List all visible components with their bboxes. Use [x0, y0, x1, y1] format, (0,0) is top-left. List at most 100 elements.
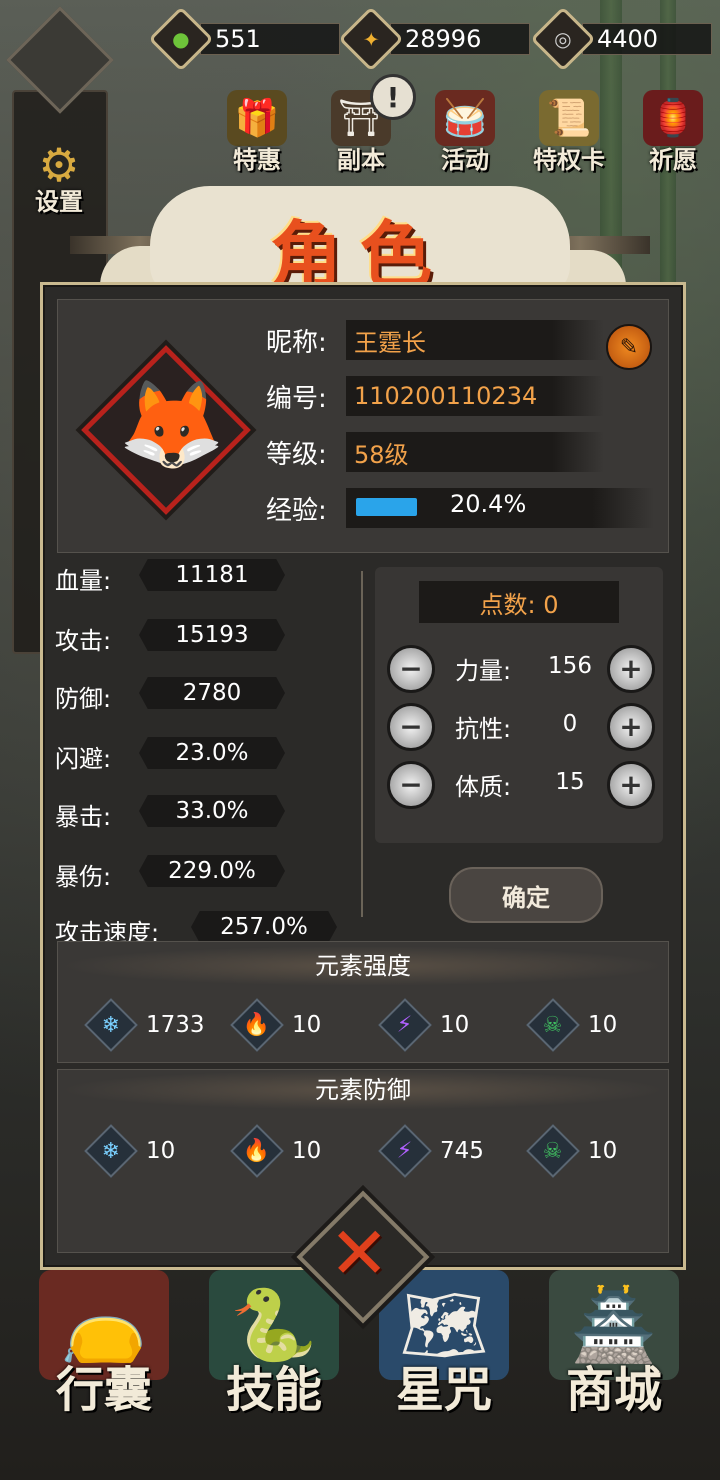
strength-label: 力量:	[455, 657, 512, 685]
stat-crit-label: 暴击:	[55, 803, 112, 831]
poison-strength-value: 10	[588, 1012, 618, 1038]
plus-icon: +	[619, 768, 643, 801]
special-offer-button[interactable]: 🎁 特惠	[214, 90, 300, 175]
strength-value: 156	[548, 653, 592, 679]
profile-section: 🦊 昵称: 王霆长 ✎ 编号: 110200110234 等级: 58级 经验:…	[57, 299, 669, 553]
currency-value: 551	[200, 23, 340, 55]
resistance-plus-button[interactable]: +	[607, 703, 655, 751]
resistance-label: 抗性:	[455, 715, 512, 743]
drum-icon: 🥁	[435, 90, 495, 146]
stat-hp-label: 血量:	[55, 567, 112, 595]
plus-icon: +	[619, 652, 643, 685]
constitution-plus-button[interactable]: +	[607, 761, 655, 809]
nav-skills-label: 技能	[225, 1362, 322, 1418]
ice-defense: ❄ 10	[84, 1124, 176, 1178]
stat-defense-value: 2780	[139, 677, 285, 709]
element-strength-section: 元素强度 ❄ 1733 🔥 10 ⚡ 10 ☠ 10	[57, 941, 669, 1063]
currency-silver[interactable]: ◎ 4400	[530, 6, 712, 72]
avatar[interactable]: 🦊	[118, 350, 225, 500]
event-button[interactable]: 🥁 活动	[422, 90, 508, 175]
special-offer-label: 特惠	[233, 145, 281, 174]
fire-strength-value: 10	[292, 1012, 322, 1038]
gold-coin-icon: ✦	[362, 26, 380, 51]
fire-defense: 🔥 10	[230, 1124, 322, 1178]
lightning-strength: ⚡ 10	[378, 998, 469, 1052]
level-label: 等级:	[266, 440, 327, 470]
stat-attack-speed-value: 257.0%	[191, 911, 337, 943]
poison-strength: ☠ 10	[526, 998, 618, 1052]
currency-green[interactable]: ● 551	[148, 6, 340, 72]
green-drop-icon: ●	[172, 26, 190, 51]
stat-crit-damage-label: 暴伤:	[55, 863, 112, 891]
divider	[361, 571, 363, 917]
exp-label: 经验:	[266, 496, 327, 526]
level-value: 58级	[346, 432, 604, 472]
shrine-icon: 🏮	[643, 90, 703, 146]
stat-defense-label: 防御:	[55, 685, 112, 713]
fire-strength: 🔥 10	[230, 998, 322, 1052]
ice-icon: ❄	[101, 1138, 121, 1164]
constitution-value: 15	[555, 769, 585, 795]
poison-skull-icon: ☠	[543, 1138, 563, 1164]
wish-label: 祈愿	[649, 145, 697, 174]
minus-icon: −	[399, 652, 423, 685]
plus-icon: +	[619, 710, 643, 743]
nav-skills[interactable]: 🐍 技能	[200, 1270, 348, 1420]
minus-icon: −	[399, 710, 423, 743]
strength-plus-button[interactable]: +	[607, 645, 655, 693]
stat-hp-value: 11181	[139, 559, 285, 591]
constitution-minus-button[interactable]: −	[387, 761, 435, 809]
silver-coin-icon: ◎	[554, 26, 572, 51]
fire-defense-value: 10	[292, 1138, 322, 1164]
nickname-value: 王霆长	[346, 320, 604, 360]
ice-defense-value: 10	[146, 1138, 176, 1164]
id-label: 编号:	[266, 384, 327, 414]
nav-shop-label: 商城	[565, 1362, 662, 1418]
ice-icon: ❄	[101, 1012, 121, 1038]
fire-icon: 🔥	[243, 1012, 271, 1038]
stat-attack-label: 攻击:	[55, 627, 112, 655]
element-defense-title: 元素防御	[58, 1070, 668, 1110]
confirm-button[interactable]: 确定	[449, 867, 603, 923]
strength-minus-button[interactable]: −	[387, 645, 435, 693]
stat-dodge-label: 闪避:	[55, 745, 112, 773]
currency-gold[interactable]: ✦ 28996	[338, 6, 530, 72]
resistance-value: 0	[562, 711, 578, 737]
points-panel: 点数: 0 − 力量: 156 + − 抗性: 0 + − 体质: 15 +	[375, 567, 663, 843]
id-value: 110200110234	[346, 376, 604, 416]
dungeon-button[interactable]: ⛩ ! 副本	[318, 74, 416, 175]
treasure-chest-icon: 🎁	[227, 90, 287, 146]
currency-value: 4400	[582, 23, 712, 55]
currency-value: 28996	[390, 23, 530, 55]
nav-bag[interactable]: 👝 行囊	[30, 1270, 178, 1420]
minus-icon: −	[399, 768, 423, 801]
stat-crit-value: 33.0%	[139, 795, 285, 827]
character-panel: 🦊 昵称: 王霆长 ✎ 编号: 110200110234 等级: 58级 经验:…	[40, 282, 686, 1270]
points-remaining: 点数: 0	[419, 581, 619, 623]
stat-crit-damage-value: 229.0%	[139, 855, 285, 887]
event-label: 活动	[441, 145, 489, 174]
poison-skull-icon: ☠	[543, 1012, 563, 1038]
nav-shop[interactable]: 🏯 商城	[540, 1270, 688, 1420]
nav-star-curse-label: 星咒	[395, 1362, 492, 1418]
alert-badge-icon: !	[370, 74, 416, 120]
fire-icon: 🔥	[243, 1138, 271, 1164]
stat-attack-value: 15193	[139, 619, 285, 651]
poison-defense: ☠ 10	[526, 1124, 617, 1178]
talisman-icon: 📜	[539, 90, 599, 146]
ice-strength: ❄ 1733	[84, 998, 205, 1052]
wish-button[interactable]: 🏮 祈愿	[630, 90, 716, 175]
exp-bar-fill	[356, 498, 417, 516]
resistance-minus-button[interactable]: −	[387, 703, 435, 751]
privilege-card-button[interactable]: 📜 特权卡	[526, 90, 612, 175]
stat-dodge-value: 23.0%	[139, 737, 285, 769]
dungeon-label: 副本	[337, 145, 385, 174]
lightning-icon: ⚡	[397, 1012, 413, 1038]
lightning-icon: ⚡	[397, 1138, 413, 1164]
nickname-label: 昵称:	[266, 328, 327, 358]
lightning-defense-value: 745	[440, 1138, 484, 1164]
brush-icon: ✎	[619, 334, 639, 360]
lightning-defense: ⚡ 745	[378, 1124, 484, 1178]
constitution-label: 体质:	[455, 773, 512, 801]
edit-nickname-button[interactable]: ✎	[606, 324, 652, 370]
